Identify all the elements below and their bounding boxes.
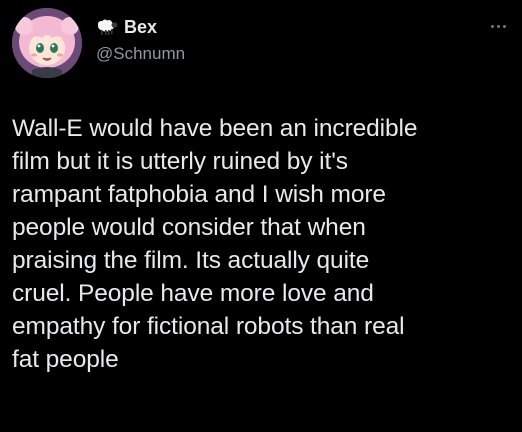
more-dot bbox=[496, 24, 500, 28]
author-display-name[interactable]: Bex bbox=[124, 17, 157, 38]
author-handle[interactable]: @Schnumn bbox=[96, 44, 185, 64]
author-name-row: Bex bbox=[96, 16, 157, 38]
sheep-icon bbox=[96, 18, 118, 36]
tweet-text: Wall-E would have been an incredible fil… bbox=[12, 115, 418, 373]
more-dot bbox=[502, 24, 506, 28]
more-options-button[interactable] bbox=[486, 16, 510, 36]
avatar-image bbox=[12, 8, 82, 78]
more-horizontal-icon bbox=[490, 24, 494, 28]
avatar[interactable] bbox=[12, 8, 82, 78]
tweet-card: Bex @Schnumn Wall-E would have been an i… bbox=[0, 0, 522, 432]
